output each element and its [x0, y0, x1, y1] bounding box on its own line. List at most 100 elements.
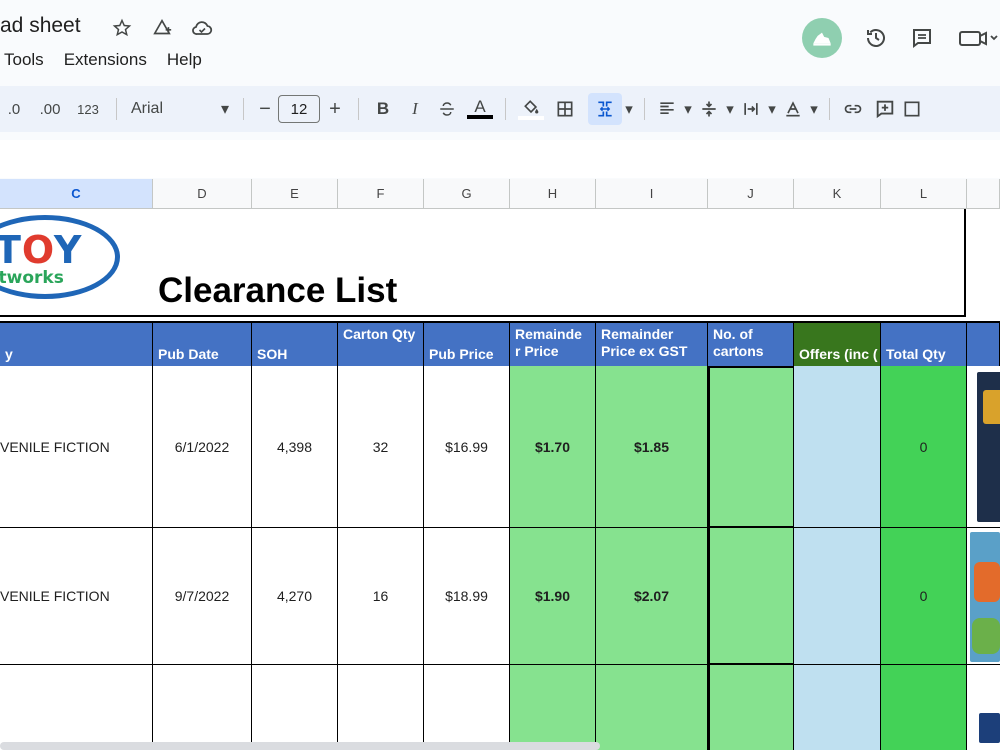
menu-help[interactable]: Help — [167, 50, 202, 70]
table-cell-remainder-price[interactable]: $1.70 — [510, 366, 596, 528]
table-cell-carton-qty[interactable]: 16 — [338, 528, 424, 665]
table-cell-no-cartons[interactable] — [708, 366, 794, 528]
font-family-select[interactable]: Arial ▾ — [125, 93, 235, 125]
column-header-d[interactable]: D — [153, 179, 252, 209]
table-cell-carton-qty[interactable] — [338, 665, 424, 750]
header-no-cartons[interactable]: No. of cartons — [708, 323, 794, 366]
table-cell-total-qty[interactable]: 0 — [881, 366, 967, 528]
table-cell-image[interactable] — [967, 366, 1000, 528]
header-pub-date[interactable]: Pub Date — [153, 323, 252, 366]
header-offers[interactable]: Offers (inc ( — [794, 323, 881, 366]
column-header-f[interactable]: F — [338, 179, 424, 209]
table-cell-offers[interactable] — [794, 665, 881, 750]
number-format-label: 123 — [77, 101, 99, 117]
column-header-e[interactable]: E — [252, 179, 338, 209]
document-title[interactable]: ad sheet — [0, 14, 81, 38]
table-cell-soh[interactable]: 4,270 — [252, 528, 338, 665]
table-cell-offers[interactable] — [794, 366, 881, 528]
table-cell-remainder-ex-gst[interactable] — [596, 665, 708, 750]
table-cell-pub-date[interactable] — [153, 665, 252, 750]
menu-extensions[interactable]: Extensions — [64, 50, 147, 70]
table-cell-remainder-ex-gst[interactable]: $1.85 — [596, 366, 708, 528]
decrease-decimal-button[interactable]: .0 — [0, 93, 28, 125]
table-cell-category[interactable]: VENILE FICTION — [0, 528, 153, 665]
add-comment-icon — [876, 100, 894, 119]
table-cell-category[interactable] — [0, 665, 153, 750]
insert-comment-button[interactable] — [868, 93, 902, 125]
chevron-down-icon[interactable]: ▾ — [723, 93, 737, 125]
font-size-increase-button[interactable]: + — [320, 93, 350, 125]
formula-bar[interactable] — [0, 140, 1000, 178]
bold-button[interactable]: B — [367, 93, 399, 125]
header-pub-price[interactable]: Pub Price — [424, 323, 510, 366]
logo-text: TOY — [0, 228, 83, 272]
number-format-button[interactable]: 123 — [68, 93, 108, 125]
table-cell-pub-price[interactable]: $16.99 — [424, 366, 510, 528]
borders-button[interactable] — [548, 93, 582, 125]
table-cell-image[interactable] — [967, 665, 1000, 750]
text-rotation-button[interactable] — [779, 93, 807, 125]
table-cell-remainder-ex-gst[interactable]: $2.07 — [596, 528, 708, 665]
comments-icon[interactable] — [910, 26, 934, 50]
merge-options-chevron-icon[interactable]: ▾ — [622, 93, 636, 125]
table-cell-image[interactable] — [967, 528, 1000, 665]
column-header-k[interactable]: K — [794, 179, 881, 209]
column-header-m[interactable] — [967, 179, 1000, 209]
header-remainder-ex-gst[interactable]: Remainder Price ex GST — [596, 323, 708, 366]
italic-button[interactable]: I — [399, 93, 431, 125]
header-carton-qty[interactable]: Carton Qty — [338, 323, 424, 366]
table-cell-pub-price[interactable] — [424, 665, 510, 750]
column-header-i[interactable]: I — [596, 179, 708, 209]
table-cell-carton-qty[interactable]: 32 — [338, 366, 424, 528]
table-cell-no-cartons[interactable] — [708, 665, 794, 750]
meet-video-icon[interactable] — [956, 26, 1000, 50]
chevron-down-icon[interactable]: ▾ — [681, 93, 695, 125]
menu-tools[interactable]: Tools — [4, 50, 44, 70]
header-soh[interactable]: SOH — [252, 323, 338, 366]
merge-cells-button[interactable] — [588, 93, 622, 125]
fill-color-button[interactable] — [514, 93, 548, 125]
version-history-icon[interactable] — [864, 26, 888, 50]
horizontal-scrollbar[interactable] — [0, 742, 600, 750]
table-cell-remainder-price[interactable]: $1.90 — [510, 528, 596, 665]
header-image[interactable] — [967, 323, 1000, 366]
column-header-j[interactable]: J — [708, 179, 794, 209]
cloud-status-icon[interactable] — [190, 16, 214, 40]
align-left-icon — [660, 102, 674, 114]
font-size-decrease-button[interactable]: − — [252, 93, 278, 125]
vertical-align-button[interactable] — [695, 93, 723, 125]
column-header-c[interactable]: C — [0, 179, 153, 209]
insert-chart-button[interactable] — [902, 93, 922, 125]
table-cell-pub-date[interactable]: 6/1/2022 — [153, 366, 252, 528]
text-wrapping-button[interactable] — [737, 93, 765, 125]
strikethrough-button[interactable] — [431, 93, 463, 125]
star-icon[interactable] — [110, 16, 134, 40]
avatar[interactable] — [802, 18, 842, 58]
table-cell-category[interactable]: VENILE FICTION — [0, 366, 153, 528]
table-cell-pub-price[interactable]: $18.99 — [424, 528, 510, 665]
header-category[interactable]: y — [0, 323, 153, 366]
horizontal-align-button[interactable] — [653, 93, 681, 125]
table-cell-pub-date[interactable]: 9/7/2022 — [153, 528, 252, 665]
column-header-h[interactable]: H — [510, 179, 596, 209]
chevron-down-icon[interactable]: ▾ — [765, 93, 779, 125]
table-cell-soh[interactable]: 4,398 — [252, 366, 338, 528]
insert-link-button[interactable] — [838, 93, 868, 125]
fill-color-swatch — [518, 116, 544, 120]
column-header-g[interactable]: G — [424, 179, 510, 209]
table-cell-no-cartons[interactable] — [708, 528, 794, 665]
increase-decimal-button[interactable]: .00 — [32, 93, 68, 125]
table-cell-offers[interactable] — [794, 528, 881, 665]
font-size-input[interactable]: 12 — [278, 95, 320, 123]
table-cell-total-qty[interactable] — [881, 665, 967, 750]
table-cell-total-qty[interactable]: 0 — [881, 528, 967, 665]
header-remainder-price[interactable]: Remainde r Price — [510, 323, 596, 366]
text-color-button[interactable]: A — [463, 93, 497, 125]
chevron-down-icon[interactable]: ▾ — [807, 93, 821, 125]
toolbar-divider — [829, 98, 830, 120]
table-cell-remainder-price[interactable] — [510, 665, 596, 750]
move-to-drive-icon[interactable] — [150, 16, 174, 40]
header-total-qty[interactable]: Total Qty — [881, 323, 967, 366]
column-header-l[interactable]: L — [881, 179, 967, 209]
table-cell-soh[interactable] — [252, 665, 338, 750]
